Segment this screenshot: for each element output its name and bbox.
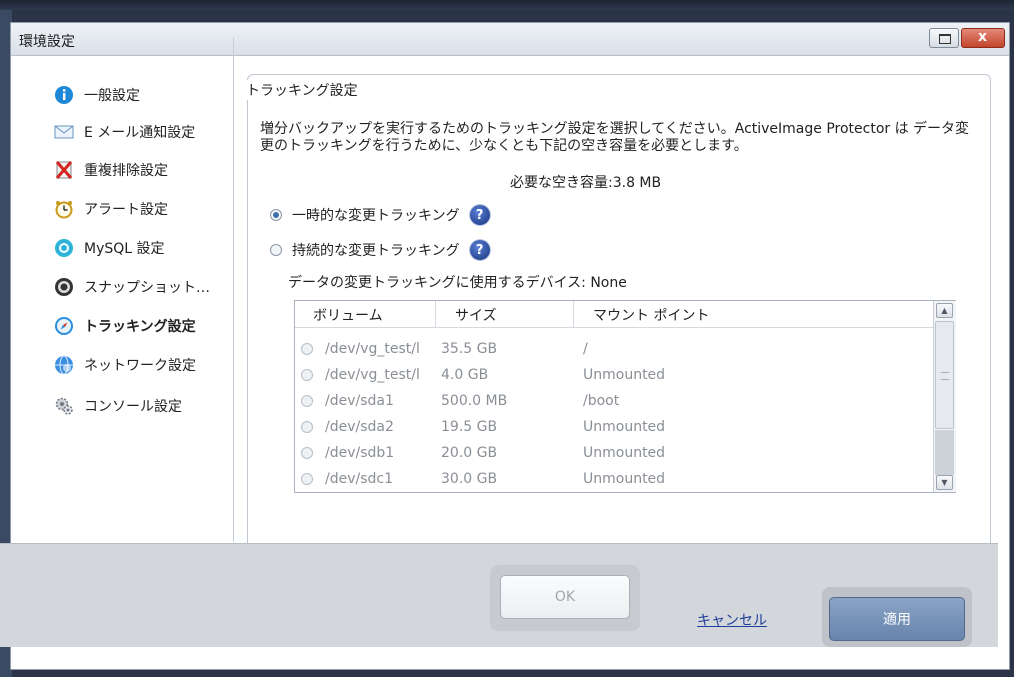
sidebar-item-label: 一般設定 [84, 88, 140, 104]
alarm-clock-icon [54, 199, 74, 219]
sidebar-item-label: コンソール設定 [84, 399, 182, 415]
scroll-thumb[interactable] [935, 321, 954, 429]
column-header-mount[interactable]: マウント ポイント [593, 305, 709, 325]
snapshot-icon [54, 277, 74, 297]
table-row[interactable]: /dev/sda2 19.5 GB Unmounted [295, 417, 931, 438]
sidebar-item-console[interactable]: コンソール設定 [54, 393, 182, 419]
table-row[interactable]: /dev/sda1 500.0 MB /boot [295, 391, 931, 412]
option-temporary-tracking[interactable]: 一時的な変更トラッキング ? [270, 204, 490, 226]
row-radio[interactable] [301, 343, 313, 355]
cell-size: 500.0 MB [441, 393, 508, 409]
required-space: 必要な空き容量:3.8 MB [510, 175, 662, 191]
table-scrollbar[interactable]: ▲ ▼ [933, 301, 956, 492]
radio-button[interactable] [270, 244, 282, 256]
cell-size: 35.5 GB [441, 341, 498, 357]
gears-icon [54, 396, 74, 416]
cell-volume: /dev/vg_test/l [325, 367, 420, 383]
cell-mount: Unmounted [583, 419, 666, 435]
envelope-icon [54, 122, 74, 142]
table-row[interactable]: /dev/vg_test/l 4.0 GB Unmounted [295, 365, 931, 386]
row-radio[interactable] [301, 369, 313, 381]
dedupe-icon [54, 160, 74, 180]
sidebar-item-dedupe[interactable]: 重複排除設定 [54, 157, 168, 183]
radio-button-selected[interactable] [270, 209, 282, 221]
cell-mount: Unmounted [583, 445, 666, 461]
row-radio[interactable] [301, 395, 313, 407]
sidebar-item-general[interactable]: 一般設定 [54, 82, 140, 108]
scroll-down-icon[interactable]: ▼ [936, 475, 953, 490]
title-bar: 環境設定 x [11, 23, 1009, 56]
column-separator [435, 301, 436, 327]
restore-icon [939, 34, 951, 44]
sidebar-item-label: スナップショット… [84, 280, 210, 296]
option-label: 一時的な変更トラッキング [292, 208, 460, 224]
help-icon[interactable]: ? [469, 240, 490, 260]
cell-size: 4.0 GB [441, 367, 489, 383]
apply-button[interactable]: 適用 [829, 597, 965, 641]
row-radio[interactable] [301, 473, 313, 485]
window-title: 環境設定 [19, 34, 75, 50]
tracking-description: 増分バックアップを実行するためのトラッキング設定を選択してください。Active… [260, 121, 970, 154]
cell-size: 20.0 GB [441, 445, 498, 461]
table-header: ボリューム サイズ マウント ポイント [295, 301, 933, 328]
cell-size: 19.5 GB [441, 419, 498, 435]
cell-mount: Unmounted [583, 471, 666, 487]
option-persistent-tracking[interactable]: 持続的な変更トラッキング ? [270, 239, 490, 261]
restore-button[interactable] [929, 28, 959, 48]
column-header-size[interactable]: サイズ [455, 305, 497, 325]
cell-mount: /boot [583, 393, 620, 409]
cell-mount: Unmounted [583, 367, 666, 383]
sidebar-item-email[interactable]: E メール通知設定 [54, 119, 195, 145]
cell-volume: /dev/sdc1 [325, 471, 394, 487]
cell-volume: /dev/sdb1 [325, 445, 395, 461]
tracking-device-label: データの変更トラッキングに使用するデバイス: None [288, 275, 627, 291]
info-icon [54, 85, 74, 105]
table-row[interactable]: /dev/sdc1 30.0 GB Unmounted [295, 469, 931, 490]
scroll-up-icon[interactable]: ▲ [936, 303, 953, 318]
row-radio[interactable] [301, 421, 313, 433]
sidebar-item-label: トラッキング設定 [84, 319, 196, 335]
group-title: トラッキング設定 [242, 80, 362, 100]
network-globe-icon [54, 355, 74, 375]
compass-icon [54, 316, 74, 336]
sidebar-item-label: MySQL 設定 [84, 241, 165, 257]
cell-volume: /dev/vg_test/l [325, 341, 420, 357]
scroll-track[interactable] [935, 430, 954, 475]
cell-volume: /dev/sda2 [325, 419, 394, 435]
sidebar-item-alert[interactable]: アラート設定 [54, 196, 168, 222]
volume-table: ボリューム サイズ マウント ポイント /dev/vg_test/l 35.5 … [294, 300, 956, 493]
column-header-volume[interactable]: ボリューム [313, 305, 383, 325]
cell-volume: /dev/sda1 [325, 393, 394, 409]
cell-size: 30.0 GB [441, 471, 498, 487]
sidebar-item-label: ネットワーク設定 [84, 358, 196, 374]
desktop-background-top [0, 0, 1014, 10]
close-icon: x [978, 29, 988, 45]
table-row[interactable]: /dev/vg_test/l 35.5 GB / [295, 339, 931, 360]
sidebar-divider [233, 37, 234, 542]
close-button[interactable]: x [961, 28, 1005, 48]
sidebar-item-network[interactable]: ネットワーク設定 [54, 352, 196, 378]
sidebar-item-label: E メール通知設定 [84, 125, 196, 141]
cancel-button[interactable]: キャンセル [697, 610, 767, 630]
sidebar-item-label: アラート設定 [84, 202, 168, 218]
sidebar-item-snapshot[interactable]: スナップショット… [54, 274, 210, 300]
sidebar-item-label: 重複排除設定 [84, 163, 168, 179]
ok-button[interactable]: OK [500, 575, 630, 619]
cell-mount: / [583, 341, 588, 357]
help-icon[interactable]: ? [469, 205, 490, 225]
row-radio[interactable] [301, 447, 313, 459]
option-label: 持続的な変更トラッキング [292, 243, 460, 259]
sidebar-item-tracking[interactable]: トラッキング設定 [54, 313, 196, 339]
sidebar-item-mysql[interactable]: MySQL 設定 [54, 235, 165, 261]
table-row[interactable]: /dev/sdb1 20.0 GB Unmounted [295, 443, 931, 464]
mysql-icon [54, 238, 74, 258]
column-separator [573, 301, 574, 327]
grip-icon [941, 372, 949, 380]
